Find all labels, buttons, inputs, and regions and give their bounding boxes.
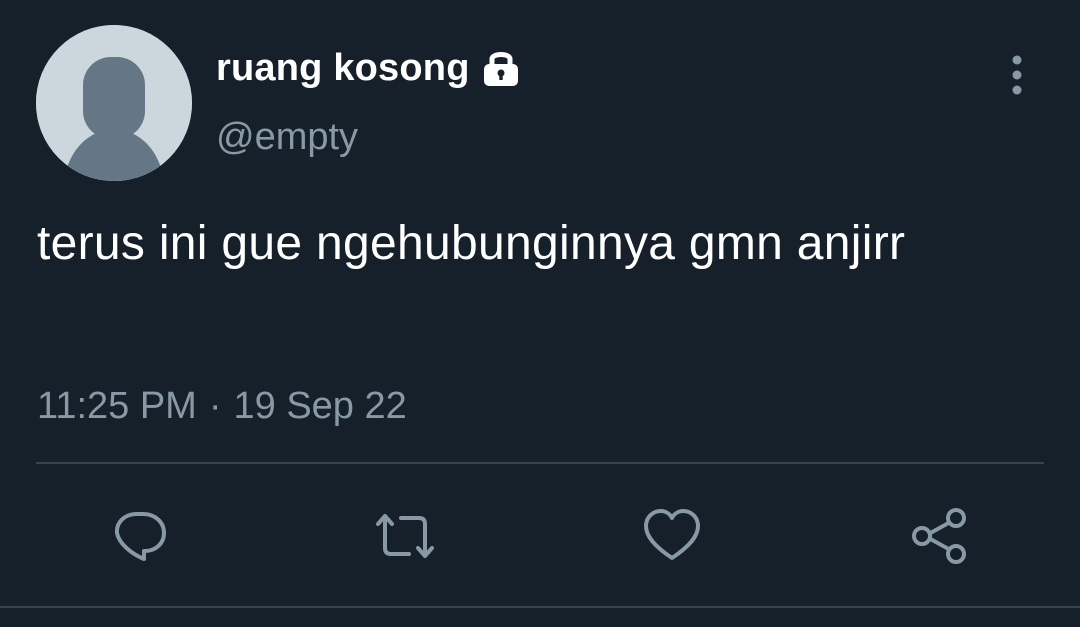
avatar[interactable] <box>36 25 192 181</box>
tweet-time: 11:25 PM <box>37 385 197 427</box>
share-button[interactable] <box>910 506 970 566</box>
lock-icon <box>480 47 522 89</box>
default-avatar-icon <box>36 25 192 181</box>
heart-icon <box>644 509 700 560</box>
reply-button[interactable] <box>110 506 170 566</box>
meta-separator: · <box>208 385 222 427</box>
display-name[interactable]: ruang kosong <box>216 42 470 94</box>
share-icon <box>912 508 966 564</box>
tweet-date: 19 Sep 22 <box>233 385 407 427</box>
retweet-button[interactable] <box>375 506 435 566</box>
reply-icon <box>114 512 166 561</box>
more-vertical-icon[interactable] <box>1000 50 1034 100</box>
tweet-text: terus ini gue ngehubunginnya gmn anjirr <box>37 217 906 270</box>
user-handle[interactable]: @empty <box>216 111 358 163</box>
divider <box>36 462 1044 464</box>
tweet-card: ruang kosong @empty terus ini gue ngehub… <box>0 0 1080 627</box>
author-name-row: ruang kosong <box>216 42 522 94</box>
divider-bottom <box>0 606 1080 608</box>
like-button[interactable] <box>642 506 702 566</box>
retweet-icon <box>376 514 434 558</box>
tweet-timestamp[interactable]: 11:25 PM · 19 Sep 22 <box>37 380 407 432</box>
